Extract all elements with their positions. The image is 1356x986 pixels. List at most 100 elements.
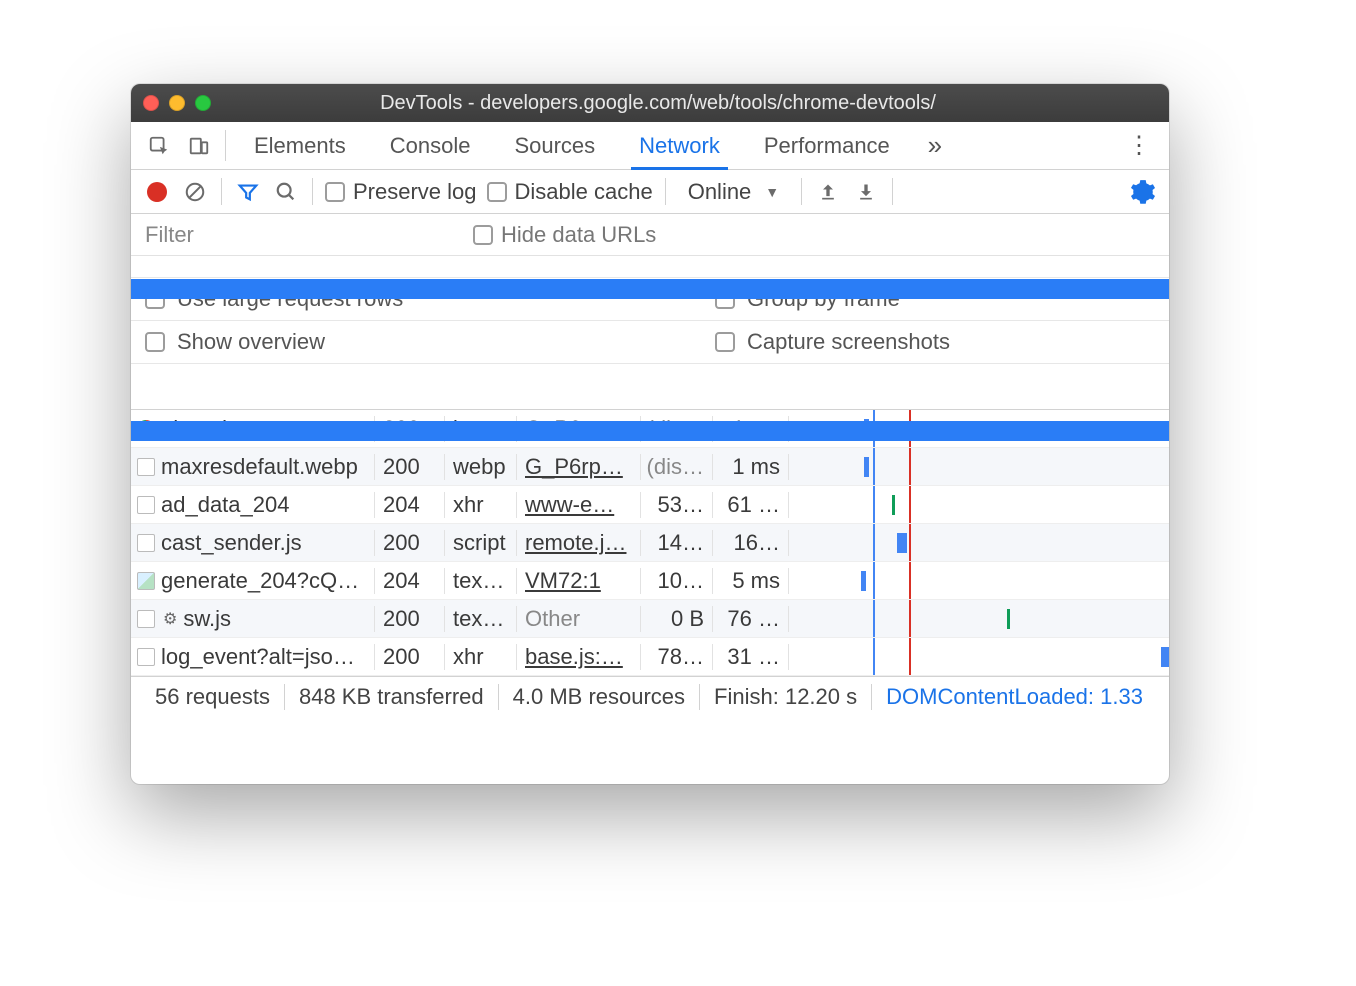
cell-waterfall (789, 486, 1169, 523)
search-icon[interactable] (272, 178, 300, 206)
cell-time: 16… (713, 530, 789, 556)
cell-size: 14… (641, 530, 713, 556)
capture-screenshots-checkbox[interactable]: Capture screenshots (625, 329, 1155, 355)
cell-initiator[interactable]: VM72:1 (517, 568, 641, 594)
device-toolbar-icon[interactable] (179, 122, 219, 169)
cell-initiator[interactable]: www-e… (517, 492, 641, 518)
cell-name: maxresdefault.webp (131, 454, 375, 480)
checkbox-label: Preserve log (353, 179, 477, 205)
table-row[interactable]: ⚙sw.js200tex…Other0 B76 … (131, 600, 1169, 638)
download-har-icon[interactable] (852, 178, 880, 206)
group-by-frame-checkbox[interactable]: Group by frame (625, 286, 1155, 312)
gear-icon: ⚙ (163, 609, 177, 629)
file-icon (137, 458, 155, 476)
use-large-rows-checkbox[interactable]: Use large request rows (145, 286, 585, 312)
table-row[interactable]: log_event?alt=jso…200xhrbase.js:…78…31 … (131, 638, 1169, 676)
network-toolbar: Preserve log Disable cache Online ▼ (131, 170, 1169, 214)
table-row[interactable]: ad_data_204204xhrwww-e…53…61 … (131, 486, 1169, 524)
cell-name: ⚙sw.js (131, 606, 375, 632)
window-title: DevTools - developers.google.com/web/too… (229, 92, 1157, 115)
cell-time: 76 … (713, 606, 789, 632)
cell-name: photo.jpg (131, 416, 375, 442)
checkbox-icon (145, 332, 165, 352)
throttling-select[interactable]: Online ▼ (678, 176, 789, 208)
file-icon (137, 610, 155, 628)
cell-waterfall (789, 562, 1169, 599)
table-row[interactable]: generate_204?cQ…204tex…VM72:110…5 ms (131, 562, 1169, 600)
tab-sources[interactable]: Sources (492, 122, 617, 169)
filter-types-row (131, 256, 1169, 278)
cell-status: 200 (375, 416, 445, 442)
cell-type: tex… (445, 568, 517, 594)
tab-console[interactable]: Console (368, 122, 493, 169)
preserve-log-checkbox[interactable]: Preserve log (325, 179, 477, 205)
cell-time: 1 ms (713, 454, 789, 480)
checkbox-label: Group by frame (747, 286, 900, 312)
upload-har-icon[interactable] (814, 178, 842, 206)
cell-name: log_event?alt=jso… (131, 644, 375, 670)
table-header-row (131, 364, 1169, 410)
filter-input[interactable]: Filter (145, 222, 445, 248)
checkbox-icon (715, 332, 735, 352)
cell-waterfall (789, 410, 1169, 447)
show-overview-checkbox[interactable]: Show overview (145, 329, 585, 355)
tab-label: Performance (764, 133, 890, 159)
tab-performance[interactable]: Performance (742, 122, 912, 169)
devtools-window: DevTools - developers.google.com/web/too… (131, 84, 1169, 784)
checkbox-label: Use large request rows (177, 286, 403, 312)
cell-name: cast_sender.js (131, 530, 375, 556)
table-row[interactable]: photo.jpg200jpegG_P6rp…(dis…1 ms (131, 410, 1169, 448)
disable-cache-checkbox[interactable]: Disable cache (487, 179, 653, 205)
cell-name: generate_204?cQ… (131, 568, 375, 594)
cell-initiator[interactable]: Other (517, 606, 641, 632)
tab-label: Network (639, 133, 720, 159)
main-menu-button[interactable]: ⋮ (1117, 122, 1161, 169)
cell-size: 53… (641, 492, 713, 518)
filter-bar: Filter Hide data URLs (131, 214, 1169, 256)
settings-row-2: Show overview Capture screenshots (131, 321, 1169, 364)
more-tabs-button[interactable]: » (912, 122, 958, 169)
summary-resources: 4.0 MB resources (499, 684, 700, 710)
tab-elements[interactable]: Elements (232, 122, 368, 169)
settings-row-1: Use large request rows Group by frame (131, 278, 1169, 321)
window-controls (143, 95, 211, 111)
table-row[interactable]: cast_sender.js200scriptremote.j…14…16… (131, 524, 1169, 562)
tab-label: Console (390, 133, 471, 159)
checkbox-label: Show overview (177, 329, 325, 355)
cell-type: jpeg (445, 416, 517, 442)
window-titlebar: DevTools - developers.google.com/web/too… (131, 84, 1169, 122)
throttling-value: Online (688, 179, 752, 205)
cell-initiator[interactable]: G_P6rp… (517, 416, 641, 442)
cell-size: 0 B (641, 606, 713, 632)
tab-network[interactable]: Network (617, 122, 742, 169)
image-file-icon (137, 572, 155, 590)
cell-initiator[interactable]: base.js:… (517, 644, 641, 670)
inspect-element-icon[interactable] (139, 122, 179, 169)
tab-label: Elements (254, 133, 346, 159)
cell-time: 31 … (713, 644, 789, 670)
cell-size: (dis… (641, 416, 713, 442)
network-settings-icon[interactable] (1129, 178, 1157, 206)
close-window-button[interactable] (143, 95, 159, 111)
cell-initiator[interactable]: G_P6rp… (517, 454, 641, 480)
checkbox-icon (325, 182, 345, 202)
cell-waterfall (789, 638, 1169, 675)
file-icon (137, 648, 155, 666)
hide-data-urls-checkbox[interactable]: Hide data URLs (473, 222, 656, 248)
cell-size: 78… (641, 644, 713, 670)
minimize-window-button[interactable] (169, 95, 185, 111)
cell-status: 200 (375, 454, 445, 480)
cell-type: script (445, 530, 517, 556)
panel-tabstrip: Elements Console Sources Network Perform… (131, 122, 1169, 170)
network-summary-bar: 56 requests 848 KB transferred 4.0 MB re… (131, 676, 1169, 716)
table-row[interactable]: maxresdefault.webp200webpG_P6rp…(dis…1 m… (131, 448, 1169, 486)
tab-label: Sources (514, 133, 595, 159)
chrome-icon (137, 420, 155, 438)
record-button[interactable] (143, 178, 171, 206)
cell-size: 10… (641, 568, 713, 594)
zoom-window-button[interactable] (195, 95, 211, 111)
summary-finish: Finish: 12.20 s (700, 684, 872, 710)
filter-icon[interactable] (234, 178, 262, 206)
clear-button[interactable] (181, 178, 209, 206)
cell-initiator[interactable]: remote.j… (517, 530, 641, 556)
